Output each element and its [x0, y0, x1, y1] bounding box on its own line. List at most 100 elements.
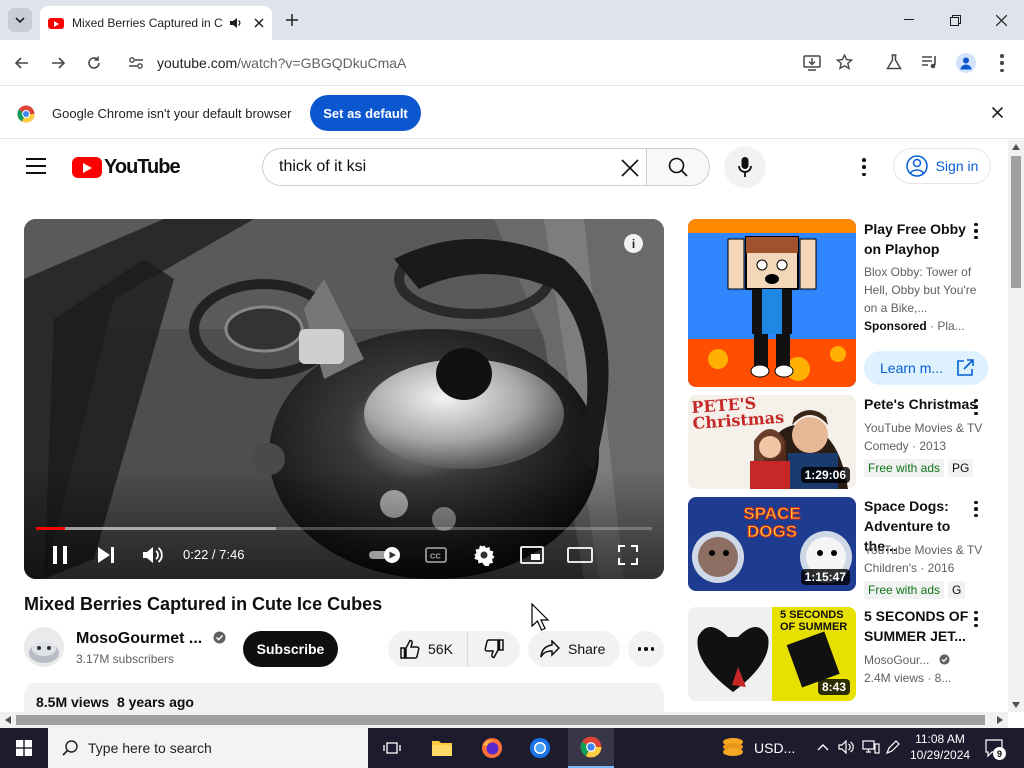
settings-menu-button[interactable] [861, 158, 867, 176]
weather-widget-text[interactable]: USD... [754, 740, 795, 756]
scroll-down-arrow-icon[interactable] [1012, 702, 1020, 708]
chrome-menu-button[interactable] [999, 54, 1005, 72]
progress-bar[interactable] [36, 527, 652, 530]
install-app-icon[interactable] [803, 54, 821, 71]
restore-icon [949, 14, 961, 26]
sidebar-genre-year: Children's · 2016 [864, 561, 955, 575]
set-as-default-button[interactable]: Set as default [310, 95, 421, 131]
reload-button[interactable] [84, 53, 104, 73]
search-button[interactable] [646, 148, 710, 186]
vertical-scroll-thumb[interactable] [1011, 156, 1021, 288]
taskbar-clock[interactable]: 11:08 AM 10/29/2024 [910, 732, 970, 762]
taskbar-search-placeholder: Type here to search [88, 740, 212, 756]
sidebar-menu-button[interactable] [968, 609, 984, 629]
chromium-button[interactable] [520, 728, 560, 768]
fullscreen-button[interactable] [617, 542, 639, 568]
chrome-taskbar-button[interactable] [568, 728, 614, 768]
tab-strip: Mixed Berries Captured in C [0, 0, 1024, 40]
sidebar-channel: YouTube Movies & TV [864, 421, 983, 435]
bookmark-star-icon[interactable] [836, 54, 853, 70]
minimize-button[interactable] [889, 8, 929, 32]
view-count: 8.5M views [36, 694, 110, 710]
theater-mode-button[interactable] [567, 542, 593, 568]
restore-button[interactable] [935, 8, 975, 32]
new-tab-button[interactable] [282, 10, 302, 30]
sidebar-thumbnail-space-dogs[interactable]: SPACE DOGS 1:15:47 [688, 497, 856, 591]
channel-name-text: MosoGourmet ... [76, 630, 203, 647]
scroll-up-arrow-icon[interactable] [1012, 144, 1020, 150]
volume-tray-icon[interactable] [838, 740, 854, 754]
clock-date: 10/29/2024 [910, 748, 971, 762]
media-controls-icon[interactable] [921, 55, 939, 70]
labs-flask-icon[interactable] [886, 54, 902, 70]
close-window-button[interactable] [981, 8, 1021, 32]
captions-icon: CC [425, 547, 447, 563]
youtube-logo[interactable]: YouTube [72, 156, 181, 179]
file-explorer-button[interactable] [422, 728, 462, 768]
network-tray-icon[interactable] [862, 740, 880, 754]
subscribe-button[interactable]: Subscribe [243, 631, 338, 667]
miniplayer-button[interactable] [519, 542, 545, 568]
tab-youtube[interactable]: Mixed Berries Captured in C [40, 6, 272, 40]
scroll-right-arrow-icon[interactable] [997, 716, 1003, 724]
clock-time: 11:08 AM [915, 732, 965, 746]
chrome-icon [580, 736, 602, 758]
guide-menu-button[interactable] [26, 158, 46, 174]
profile-button[interactable] [956, 53, 976, 73]
mute-button[interactable] [142, 542, 164, 568]
firefox-button[interactable] [472, 728, 512, 768]
tab-title: Mixed Berries Captured in C [72, 16, 223, 30]
voice-search-button[interactable] [724, 146, 766, 188]
pen-tray-icon[interactable] [886, 740, 900, 754]
forward-button[interactable] [48, 53, 68, 73]
sign-in-button[interactable]: Sign in [893, 148, 991, 184]
show-hidden-icons-chevron-icon[interactable] [817, 743, 829, 751]
sidebar-menu-button[interactable] [968, 397, 984, 417]
channel-name[interactable]: MosoGourmet ... [76, 630, 226, 648]
next-button[interactable] [96, 542, 116, 568]
taskbar-search-box[interactable]: Type here to search [48, 728, 368, 768]
sidebar-menu-button[interactable] [968, 499, 984, 519]
clear-search-icon[interactable] [621, 159, 639, 177]
sidebar-ad-menu-button[interactable] [968, 221, 984, 241]
url-text[interactable]: youtube.com/watch?v=GBGQDkuCmaA [157, 55, 406, 71]
captions-button[interactable]: CC [425, 542, 447, 568]
pause-button[interactable] [50, 542, 70, 568]
sidebar-ad-title[interactable]: Play Free Obby on Playhop [864, 219, 982, 259]
search-input[interactable]: thick of it ksi [262, 148, 647, 186]
sidebar-title-petes-christmas[interactable]: Pete's Christmas [864, 394, 982, 414]
url-host: youtube.com [157, 55, 238, 71]
like-button[interactable]: 56K [388, 631, 468, 667]
start-button[interactable] [0, 728, 48, 768]
more-actions-button[interactable] [628, 631, 664, 667]
weather-widget-icon[interactable] [720, 736, 746, 760]
sidebar-ad-thumbnail[interactable] [688, 219, 856, 387]
address-bar[interactable]: youtube.com/watch?v=GBGQDkuCmaA [118, 47, 864, 79]
info-icon[interactable]: i [624, 234, 643, 253]
sponsored-label: Sponsored [864, 319, 927, 333]
tab-search-button[interactable] [8, 8, 32, 32]
scroll-left-arrow-icon[interactable] [5, 716, 11, 724]
task-view-button[interactable] [372, 728, 412, 768]
fullscreen-icon [618, 545, 638, 565]
free-with-ads-badge: Free with ads [864, 459, 945, 477]
speaker-icon[interactable] [228, 16, 242, 30]
learn-more-button[interactable]: Learn m... [864, 351, 988, 385]
autoplay-toggle[interactable] [368, 542, 402, 568]
back-button[interactable] [12, 53, 32, 73]
sidebar-thumbnail-petes-christmas[interactable]: PETE'S Christmas 1:29:06 [688, 395, 856, 489]
search-icon [62, 740, 78, 756]
horizontal-scroll-thumb[interactable] [16, 715, 985, 725]
notification-center-button[interactable]: 9 [984, 738, 1006, 760]
channel-avatar[interactable] [24, 627, 64, 667]
video-player[interactable]: i [24, 219, 664, 579]
sidebar-title-5sos[interactable]: 5 SECONDS OF SUMMER JET... [864, 606, 982, 646]
close-tab-icon[interactable] [254, 18, 264, 28]
infobar-close-icon[interactable] [992, 107, 1003, 118]
site-info-icon[interactable] [128, 56, 144, 70]
share-button[interactable]: Share [528, 631, 620, 667]
dislike-button[interactable] [468, 631, 520, 667]
sign-in-label: Sign in [935, 158, 979, 174]
settings-button[interactable] [473, 542, 495, 568]
sidebar-thumbnail-5sos[interactable]: 5 SECONDS OF SUMMER 8:43 [688, 607, 856, 701]
